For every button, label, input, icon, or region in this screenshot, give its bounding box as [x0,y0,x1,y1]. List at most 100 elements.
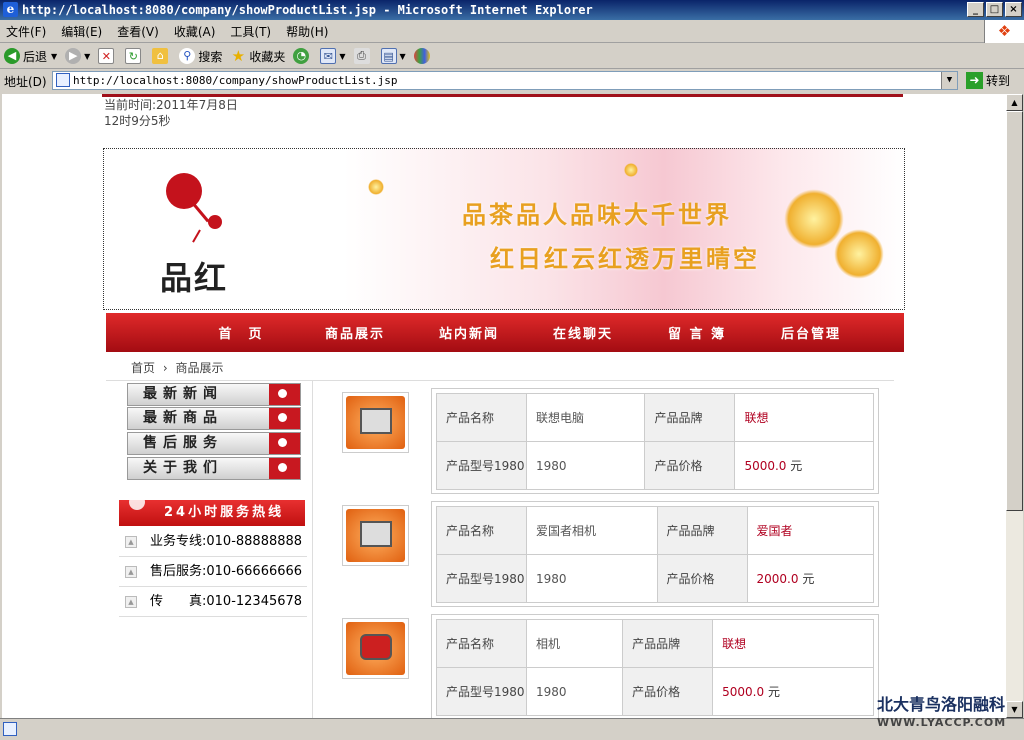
nav-news[interactable]: 站内新闻 [412,323,526,342]
product-price-cell: 2000.0 元 [746,554,875,603]
flower-decoration [834,229,884,279]
flower-decoration [368,179,384,195]
chevron-down-icon: ▼ [339,51,346,61]
label-name: 产品名称 [436,506,527,555]
label-model: 产品型号1980 [436,441,527,490]
side-menu-label: 关于我们 [143,460,223,476]
nav-products[interactable]: 商品展示 [298,323,412,342]
mail-button[interactable]: ✉ ▼ [320,48,346,64]
home-button[interactable]: ⌂ [152,48,171,64]
product-price-cell: 5000.0 元 [734,441,874,490]
menu-bullet-icon [269,433,300,454]
go-label: 转到 [986,74,1011,88]
stop-button[interactable]: ✕ [98,48,117,64]
phone-row: ▲ 售后服务:010-66666666 [119,557,307,587]
camera-icon [360,634,392,660]
side-menu-about-us[interactable]: 关于我们 [127,457,301,480]
side-menu-label: 最新新闻 [143,386,223,402]
back-arrow-icon: ◀ [4,48,20,64]
nav-admin[interactable]: 后台管理 [754,323,868,342]
page-viewport: 当前时间:2011年7月8日 12时9分5秒 品红 品茶品人品味大千世界 红日红… [2,94,1006,718]
label-model: 产品型号1980 [436,667,527,716]
menu-help[interactable]: 帮助(H) [286,23,328,40]
search-label: 搜索 [198,49,223,64]
nav-home[interactable]: 首 页 [184,323,298,342]
go-button[interactable]: ➜ 转到 [966,72,1010,89]
logo-stem-2 [192,229,201,243]
star-icon: ★ [231,47,246,65]
nav-guestbook[interactable]: 留 言 簿 [640,323,754,342]
label-price: 产品价格 [644,441,736,490]
side-menu-label: 售后服务 [143,435,223,451]
side-menu-after-sales[interactable]: 售后服务 [127,432,301,455]
current-date: 当前时间:2011年7月8日 [104,98,238,112]
label-price: 产品价格 [622,667,714,716]
favorites-button[interactable]: ★ 收藏夹 [230,47,286,65]
watermark-line1: 北大青鸟洛阳融科 [877,695,1006,714]
side-menu-latest-products[interactable]: 最新商品 [127,407,301,430]
scroll-up-button[interactable]: ▲ [1006,94,1023,111]
menu-file[interactable]: 文件(F) [6,23,46,40]
search-button[interactable]: ⚲ 搜索 [179,48,222,65]
camera-icon [360,521,392,547]
banner-slogan-2: 红日红云红透万里晴空 [490,245,760,273]
menu-view[interactable]: 查看(V) [117,23,159,40]
watermark: 北大青鸟洛阳融科 WWW.LYACCP.COM [845,696,1024,740]
logo-circle [166,173,202,209]
phone-text: 售后服务:010-66666666 [150,564,303,579]
vertical-scrollbar[interactable]: ▲ ▼ [1006,94,1023,718]
main-nav: 首 页 商品展示 站内新闻 在线聊天 留 言 簿 后台管理 [106,313,904,352]
logo-text: 品红 [160,259,229,297]
page-status-icon [3,722,17,736]
refresh-button[interactable]: ↻ [125,48,144,64]
messenger-button[interactable] [413,48,433,64]
menu-favorites[interactable]: 收藏(A) [174,23,216,40]
menu-edit[interactable]: 编辑(E) [61,23,102,40]
address-input[interactable]: http://localhost:8080/company/showProduc… [52,71,958,90]
price-unit: 元 [790,459,803,473]
nav-chat[interactable]: 在线聊天 [526,323,640,342]
edit-button[interactable]: ▤ ▼ [380,48,406,64]
label-model: 产品型号1980 [436,554,527,603]
scroll-thumb[interactable] [1006,111,1023,511]
back-button[interactable]: ◀ 后退 ▼ [4,48,57,65]
print-button[interactable]: ⎙ [353,48,373,64]
product-image[interactable] [342,392,409,453]
label-price: 产品价格 [656,554,748,603]
address-url: http://localhost:8080/company/showProduc… [73,74,398,87]
forward-arrow-icon: ▶ [65,48,82,64]
flower-decoration [624,163,638,177]
product-item: 产品名称 爱国者相机 产品品牌 爱国者 产品型号1980 1980 产品价格 2… [342,501,882,607]
close-button[interactable]: × [1005,2,1022,17]
label-brand: 产品品牌 [644,393,736,442]
back-label: 后退 [23,49,48,64]
bullet-icon: ▲ [125,566,137,578]
forward-button[interactable]: ▶ ▼ [65,48,90,64]
minimize-button[interactable]: _ [967,2,984,17]
product-image[interactable] [342,618,409,679]
banner-slogan-1: 品茶品人品味大千世界 [462,201,732,229]
maximize-button[interactable]: □ [986,2,1003,17]
bullet-icon: ▲ [125,536,137,548]
breadcrumb-separator: › [162,361,168,375]
home-icon: ⌂ [152,48,169,64]
logo-dot [208,215,222,229]
media-button[interactable]: ◔ [293,48,312,64]
current-time: 当前时间:2011年7月8日 12时9分5秒 [104,97,238,129]
computer-icon [360,408,392,434]
breadcrumb: 首页 › 商品展示 [106,356,894,381]
printer-icon: ⎙ [353,48,370,64]
phone-text: 业务专线:010-88888888 [150,534,303,549]
product-item: 产品名称 相机 产品品牌 联想 产品型号1980 1980 产品价格 5000.… [342,614,882,718]
address-bar: 地址(D) http://localhost:8080/company/show… [0,69,1024,93]
side-menu-latest-news[interactable]: 最新新闻 [127,383,301,406]
address-dropdown[interactable]: ▼ [941,72,957,89]
menu-bullet-icon [269,408,300,429]
page-icon [56,73,70,87]
site-banner: 品红 品茶品人品味大千世界 红日红云红透万里晴空 [103,148,905,310]
bullet-icon: ▲ [125,596,137,608]
chevron-down-icon: ▼ [51,51,58,61]
menu-tools[interactable]: 工具(T) [230,23,271,40]
product-image[interactable] [342,505,409,566]
breadcrumb-home[interactable]: 首页 [131,361,155,375]
